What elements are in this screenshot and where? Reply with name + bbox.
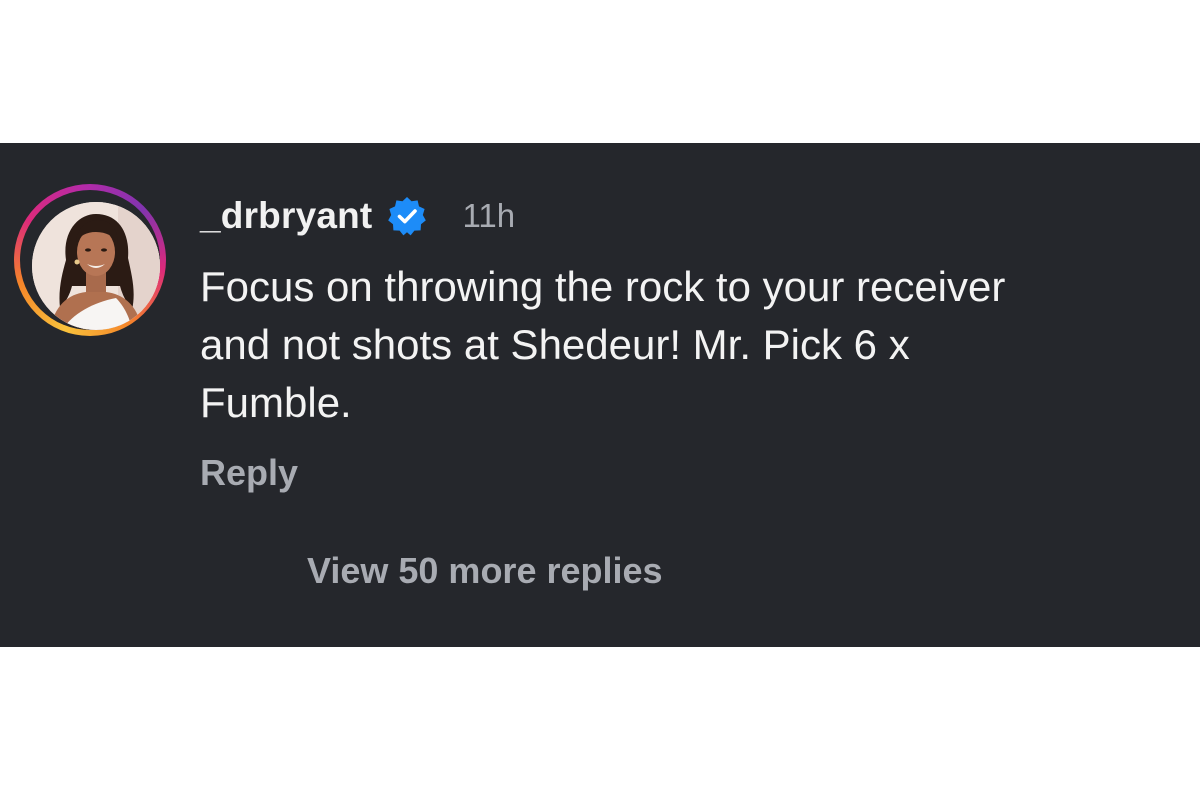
verified-badge-icon bbox=[386, 195, 428, 237]
view-more-replies-button[interactable]: View 50 more replies bbox=[307, 550, 663, 592]
reply-button[interactable]: Reply bbox=[200, 452, 298, 494]
comment-timestamp: 11h bbox=[462, 197, 516, 234]
comment-text: Focus on throwing the rock to your recei… bbox=[200, 263, 1006, 426]
username-link[interactable]: _drbryant bbox=[200, 195, 372, 237]
avatar-photo bbox=[32, 202, 160, 330]
avatar-story-ring[interactable] bbox=[14, 184, 166, 336]
avatar[interactable] bbox=[32, 202, 160, 330]
comment-header: _drbryant 11h bbox=[200, 192, 515, 240]
